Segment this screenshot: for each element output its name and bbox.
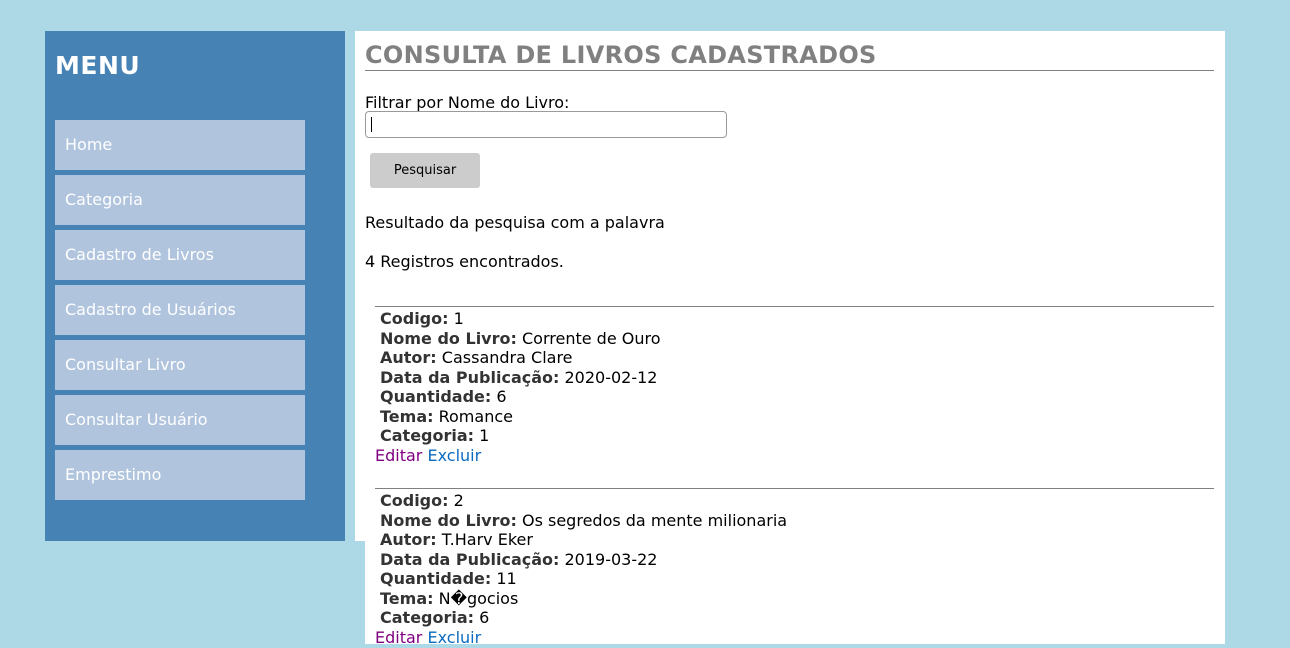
record-actions: Editar Excluir: [375, 446, 1214, 466]
search-button[interactable]: Pesquisar: [370, 153, 480, 188]
field-value: 1: [479, 426, 490, 445]
field-label: Categoria:: [380, 426, 475, 445]
book-record: Codigo: 1 Nome do Livro: Corrente de Our…: [375, 306, 1214, 466]
field-value: Romance: [438, 406, 513, 426]
delete-link[interactable]: Excluir: [427, 446, 481, 465]
sidebar: MENU Home Categoria Cadastro de Livros C…: [45, 31, 345, 541]
book-record: Codigo: 2 Nome do Livro: Os segredos da …: [375, 488, 1214, 648]
record-code: Codigo: 2: [380, 491, 1214, 511]
book-name-filter-input[interactable]: [365, 111, 727, 138]
field-value: 2: [453, 491, 464, 510]
menu-item-cadastro-livros[interactable]: Cadastro de Livros: [55, 230, 305, 280]
field-label: Nome do Livro:: [380, 510, 517, 530]
field-label: Codigo:: [380, 491, 449, 510]
field-label: Nome do Livro:: [380, 328, 517, 348]
page-title: CONSULTA DE LIVROS CADASTRADOS: [365, 40, 1214, 71]
filter-label: Filtrar por Nome do Livro:: [365, 93, 570, 112]
field-value: 2020-02-12: [564, 367, 658, 387]
field-label: Quantidade:: [380, 569, 492, 588]
field-label: Tema:: [380, 588, 434, 608]
field-label: Tema:: [380, 406, 434, 426]
field-value: 1: [453, 309, 464, 328]
field-value: 6: [496, 387, 507, 406]
field-value: N�gocios: [438, 588, 519, 608]
field-label: Quantidade:: [380, 387, 492, 406]
records-count-text: 4 Registros encontrados.: [365, 252, 564, 271]
record-name: Nome do Livro: Corrente de Ouro: [380, 329, 1214, 349]
record-theme: Tema: N�gocios: [380, 589, 1214, 609]
menu-item-emprestimo[interactable]: Emprestimo: [55, 450, 305, 500]
field-value: 11: [496, 569, 517, 588]
field-label: Categoria:: [380, 608, 475, 627]
menu-item-categoria[interactable]: Categoria: [55, 175, 305, 225]
record-category: Categoria: 1: [380, 426, 1214, 446]
menu-item-home[interactable]: Home: [55, 120, 305, 170]
field-value: Corrente de Ouro: [521, 328, 661, 348]
field-label: Autor:: [380, 530, 437, 549]
menu-title: MENU: [55, 51, 141, 80]
record-quantity: Quantidade: 11: [380, 569, 1214, 589]
menu-item-consultar-livro[interactable]: Consultar Livro: [55, 340, 305, 390]
field-value: Cassandra Clare: [441, 348, 573, 367]
field-value: T.Harv Eker: [441, 530, 533, 549]
record-quantity: Quantidade: 6: [380, 387, 1214, 407]
menu-item-consultar-usuario[interactable]: Consultar Usuário: [55, 395, 305, 445]
record-name: Nome do Livro: Os segredos da mente mili…: [380, 511, 1214, 531]
record-theme: Tema: Romance: [380, 407, 1214, 427]
field-label: Data da Publicação:: [380, 367, 560, 387]
field-label: Autor:: [380, 348, 437, 367]
field-value: 2019-03-22: [564, 549, 658, 569]
record-actions: Editar Excluir: [375, 628, 1214, 648]
field-value: Os segredos da mente milionaria: [521, 510, 788, 530]
menu-item-cadastro-usuarios[interactable]: Cadastro de Usuários: [55, 285, 305, 335]
edit-link[interactable]: Editar: [375, 446, 422, 465]
record-date: Data da Publicação: 2019-03-22: [380, 550, 1214, 570]
field-label: Codigo:: [380, 309, 449, 328]
field-value: 6: [479, 608, 490, 627]
record-author: Autor: T.Harv Eker: [380, 530, 1214, 550]
field-label: Data da Publicação:: [380, 549, 560, 569]
record-date: Data da Publicação: 2020-02-12: [380, 368, 1214, 388]
record-category: Categoria: 6: [380, 608, 1214, 628]
record-author: Autor: Cassandra Clare: [380, 348, 1214, 368]
text-caret: [371, 117, 372, 132]
record-code: Codigo: 1: [380, 309, 1214, 329]
menu-list: Home Categoria Cadastro de Livros Cadast…: [55, 120, 305, 505]
search-result-text: Resultado da pesquisa com a palavra: [365, 213, 665, 232]
